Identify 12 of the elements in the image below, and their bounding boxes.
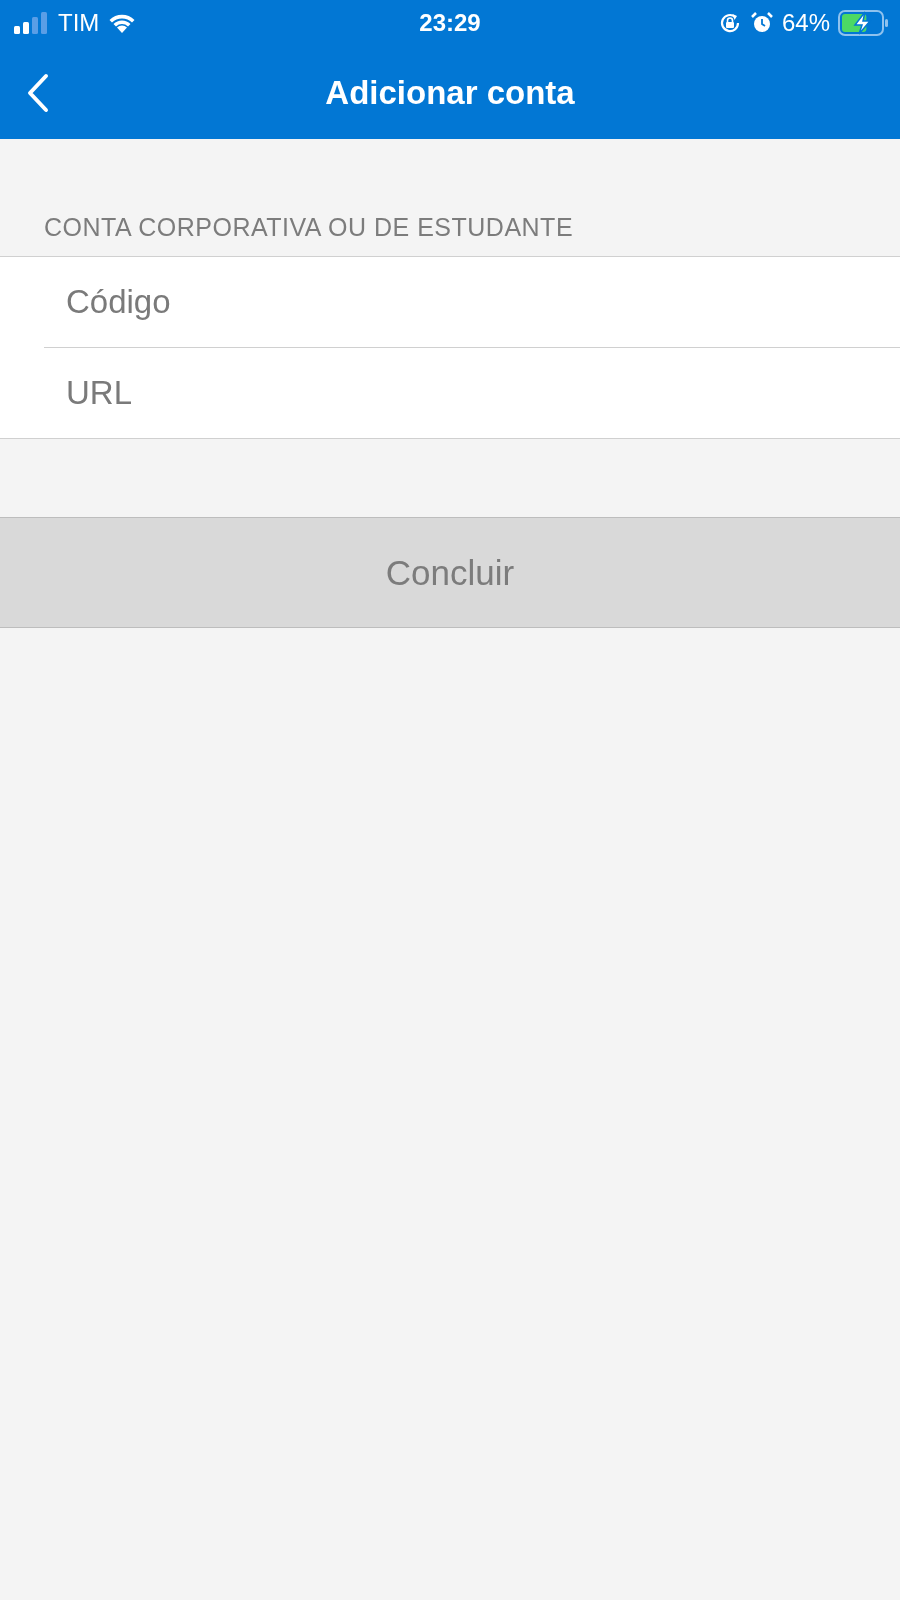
signal-icon [14,12,50,34]
section-header: CONTA CORPORATIVA OU DE ESTUDANTE [43,212,575,243]
battery-percent: 64% [781,9,830,37]
status-time: 23:29 [419,9,481,37]
input-field[interactable]: URL [0,348,900,438]
carrier-name: TIM [58,9,100,37]
input-field[interactable]: Código [0,257,900,347]
alarm-icon [749,11,774,35]
screen-title: Adicionar conta [325,73,575,112]
battery-icon [838,10,890,36]
back-button[interactable] [26,72,50,113]
back-chevron-icon [26,72,50,113]
